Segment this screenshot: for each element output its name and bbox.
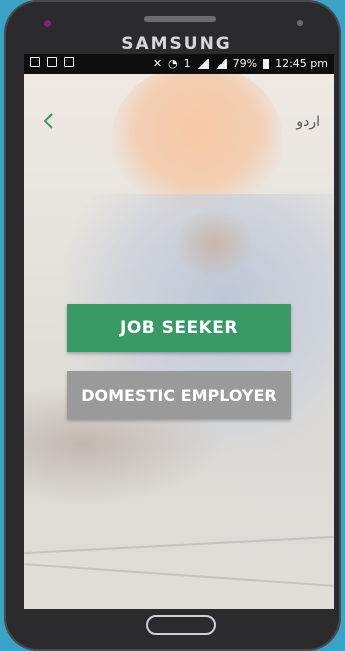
mail-icon	[64, 57, 74, 67]
battery-percentage: 79%	[232, 57, 258, 70]
metal-frame	[24, 535, 334, 555]
chevron-left-icon	[43, 113, 53, 129]
job-seeker-button[interactable]: JOB SEEKER	[67, 304, 291, 352]
language-toggle[interactable]: اردو	[296, 114, 320, 130]
metal-frame-2	[24, 563, 334, 587]
notification-icon	[30, 57, 40, 67]
background-photo: اردو JOB SEEKER DOMESTIC EMPLOYER	[24, 74, 334, 609]
sensor-dot	[297, 20, 303, 26]
status-icons: ✕ ◔ 1 79% 12:45 pm	[153, 57, 328, 70]
sim-slot-indicator: 1	[183, 57, 191, 70]
hard-hat	[112, 74, 282, 209]
domestic-employer-button[interactable]: DOMESTIC EMPLOYER	[67, 371, 291, 419]
clock: 12:45 pm	[275, 57, 328, 70]
mute-icon: ✕	[152, 57, 163, 70]
signal-icon-2	[214, 58, 227, 69]
back-button[interactable]	[38, 110, 60, 132]
gallery-icon	[47, 57, 57, 67]
device-brand: SAMSUNG	[121, 34, 232, 54]
worker-face	[174, 209, 254, 279]
camera-dot	[44, 20, 51, 27]
battery-icon	[263, 58, 270, 69]
earpiece-speaker	[144, 16, 216, 22]
home-button[interactable]	[146, 615, 216, 635]
app-screen: ✕ ◔ 1 79% 12:45 pm اردو JOB SEEKER DOMES…	[24, 54, 334, 609]
signal-icon	[196, 58, 209, 69]
wifi-icon: ◔	[168, 57, 178, 70]
status-bar: ✕ ◔ 1 79% 12:45 pm	[24, 54, 334, 74]
notification-icons	[30, 57, 74, 67]
